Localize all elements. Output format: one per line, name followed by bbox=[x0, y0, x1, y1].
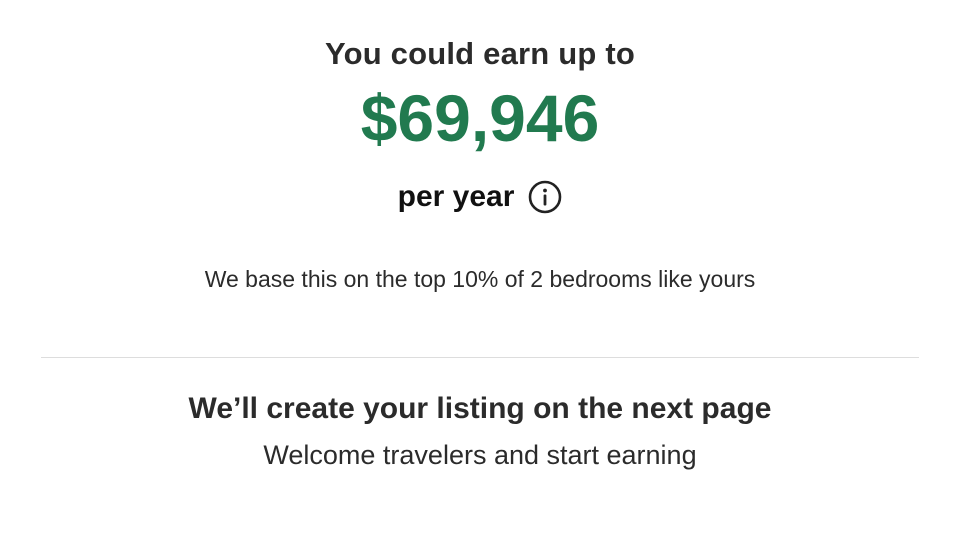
earnings-amount: $69,946 bbox=[360, 81, 600, 155]
info-icon[interactable] bbox=[528, 180, 562, 214]
earnings-period-label: per year bbox=[397, 180, 515, 213]
next-step-subtext: Welcome travelers and start earning bbox=[263, 440, 697, 470]
earnings-heading: You could earn up to bbox=[325, 36, 635, 71]
next-step-heading: We’ll create your listing on the next pa… bbox=[188, 392, 772, 425]
section-divider bbox=[41, 357, 919, 358]
earnings-basis-text: We base this on the top 10% of 2 bedroom… bbox=[204, 266, 756, 292]
earnings-period-row: per year bbox=[0, 180, 960, 214]
